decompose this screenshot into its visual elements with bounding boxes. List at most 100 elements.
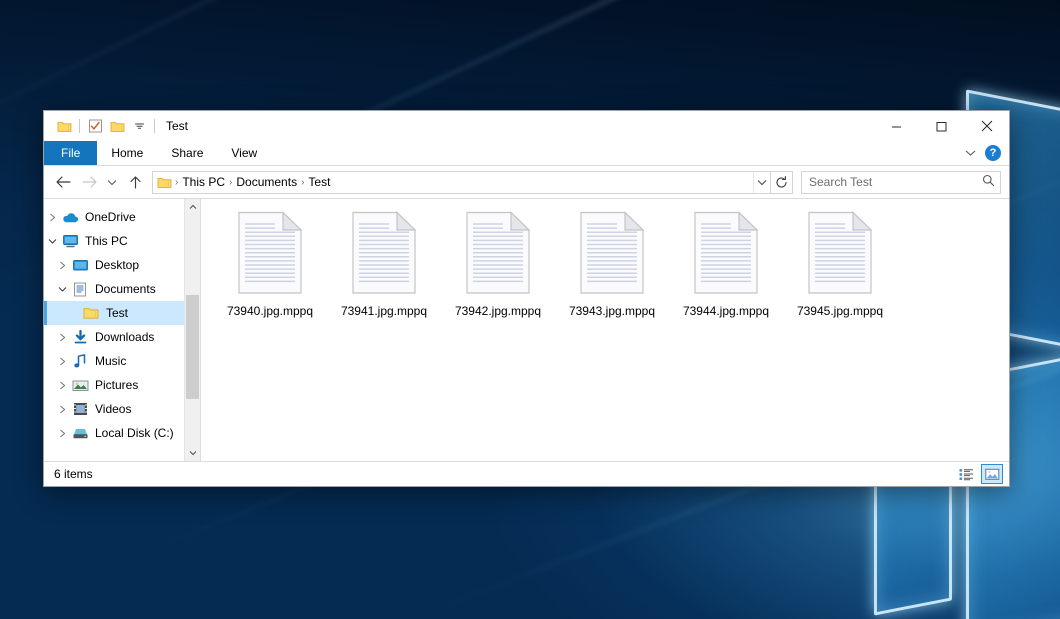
breadcrumb-documents[interactable]: Documents xyxy=(233,175,300,189)
local-disk-icon xyxy=(70,427,90,440)
generic-document-icon xyxy=(237,211,303,295)
tab-share[interactable]: Share xyxy=(157,141,217,165)
desktop: Test File Home Share View xyxy=(0,0,1060,619)
file-name-label: 73943.jpg.mppq xyxy=(569,304,655,318)
file-name-label: 73941.jpg.mppq xyxy=(341,304,427,318)
file-item[interactable]: 73942.jpg.mppq xyxy=(441,209,555,318)
chevron-down-icon[interactable] xyxy=(965,146,976,160)
chevron-right-icon[interactable] xyxy=(54,261,70,270)
onedrive-cloud-icon xyxy=(60,211,80,224)
up-button[interactable] xyxy=(122,170,148,194)
sidebar-item-desktop[interactable]: Desktop xyxy=(44,253,200,277)
sidebar-item-label: Videos xyxy=(90,402,131,416)
tab-file[interactable]: File xyxy=(44,141,97,165)
sidebar-item-local-disk-c[interactable]: Local Disk (C:) xyxy=(44,421,200,445)
file-name-label: 73940.jpg.mppq xyxy=(227,304,313,318)
ribbon-right-controls: ? xyxy=(965,141,1009,165)
recent-locations-button[interactable] xyxy=(102,170,122,194)
sidebar-item-label: OneDrive xyxy=(80,210,136,224)
large-icons-view-button[interactable] xyxy=(981,464,1003,484)
sidebar-item-label: Pictures xyxy=(90,378,138,392)
sidebar-item-pictures[interactable]: Pictures xyxy=(44,373,200,397)
ribbon-tab-bar: File Home Share View ? xyxy=(44,141,1009,166)
generic-document-icon xyxy=(351,211,417,295)
generic-document-icon xyxy=(465,211,531,295)
generic-document-icon xyxy=(693,211,759,295)
folder-tree: OneDrive xyxy=(44,199,200,445)
help-icon[interactable]: ? xyxy=(985,145,1001,161)
navigation-pane: OneDrive xyxy=(44,199,201,461)
sidebar-item-test[interactable]: Test xyxy=(44,301,200,325)
file-item[interactable]: 73940.jpg.mppq xyxy=(213,209,327,318)
toolbar-divider xyxy=(154,119,155,133)
sidebar-item-downloads[interactable]: Downloads xyxy=(44,325,200,349)
address-dropdown-button[interactable] xyxy=(753,172,770,193)
music-icon xyxy=(70,354,90,369)
downloads-icon xyxy=(70,330,90,345)
sidebar-item-music[interactable]: Music xyxy=(44,349,200,373)
sidebar-item-label: Downloads xyxy=(90,330,154,344)
tab-home[interactable]: Home xyxy=(97,141,157,165)
sidebar-item-label: Music xyxy=(90,354,126,368)
scroll-up-arrow-icon[interactable] xyxy=(185,199,200,215)
details-view-button[interactable] xyxy=(955,464,977,484)
chevron-right-icon[interactable] xyxy=(54,333,70,342)
chevron-right-icon[interactable] xyxy=(44,213,60,222)
address-bar: › This PC › Documents › Test Search Test xyxy=(44,166,1009,198)
quick-access-toolbar xyxy=(44,115,159,137)
search-input[interactable]: Search Test xyxy=(801,171,1001,194)
videos-icon xyxy=(70,402,90,416)
chevron-right-icon[interactable] xyxy=(54,357,70,366)
status-bar: 6 items xyxy=(44,461,1009,486)
sidebar-item-label: Local Disk (C:) xyxy=(90,426,174,440)
breadcrumb-test[interactable]: Test xyxy=(305,175,333,189)
address-field[interactable]: › This PC › Documents › Test xyxy=(152,171,771,194)
forward-button[interactable] xyxy=(76,170,102,194)
file-grid: 73940.jpg.mppq 73941.jpg.mppq 73942.jpg.mp… xyxy=(213,209,1009,318)
chevron-down-icon[interactable] xyxy=(54,286,70,293)
sidebar-item-documents[interactable]: Documents xyxy=(44,277,200,301)
file-item[interactable]: 73944.jpg.mppq xyxy=(669,209,783,318)
this-pc-icon xyxy=(60,234,80,248)
file-name-label: 73942.jpg.mppq xyxy=(455,304,541,318)
file-item[interactable]: 73941.jpg.mppq xyxy=(327,209,441,318)
sidebar-scrollbar[interactable] xyxy=(184,199,200,461)
file-name-label: 73945.jpg.mppq xyxy=(797,304,883,318)
maximize-button[interactable] xyxy=(919,111,964,141)
back-button[interactable] xyxy=(50,170,76,194)
scroll-down-arrow-icon[interactable] xyxy=(185,445,200,461)
chevron-down-icon[interactable] xyxy=(128,115,150,137)
search-icon[interactable] xyxy=(982,174,995,190)
folder-icon[interactable] xyxy=(53,115,75,137)
file-item[interactable]: 73943.jpg.mppq xyxy=(555,209,669,318)
search-placeholder: Search Test xyxy=(809,175,982,189)
generic-document-icon xyxy=(807,211,873,295)
chevron-right-icon[interactable] xyxy=(54,429,70,438)
chevron-right-icon[interactable] xyxy=(54,381,70,390)
chevron-down-icon[interactable] xyxy=(44,238,60,245)
generic-document-icon xyxy=(579,211,645,295)
item-count-label: 6 items xyxy=(54,467,93,481)
close-button[interactable] xyxy=(964,111,1009,141)
toolbar-divider xyxy=(79,119,80,133)
breadcrumb-this-pc[interactable]: This PC xyxy=(179,175,228,189)
minimize-button[interactable] xyxy=(874,111,919,141)
chevron-right-icon[interactable] xyxy=(54,405,70,414)
scrollbar-thumb[interactable] xyxy=(186,295,199,399)
properties-icon[interactable] xyxy=(84,115,106,137)
window-body: OneDrive xyxy=(44,198,1009,461)
new-folder-icon[interactable] xyxy=(106,115,128,137)
sidebar-item-label: This PC xyxy=(80,234,128,248)
sidebar-item-onedrive[interactable]: OneDrive xyxy=(44,205,200,229)
sidebar-item-label: Documents xyxy=(90,282,156,296)
file-name-label: 73944.jpg.mppq xyxy=(683,304,769,318)
sidebar-item-videos[interactable]: Videos xyxy=(44,397,200,421)
refresh-button[interactable] xyxy=(771,171,793,194)
tab-view[interactable]: View xyxy=(217,141,271,165)
file-item[interactable]: 73945.jpg.mppq xyxy=(783,209,897,318)
sidebar-item-this-pc[interactable]: This PC xyxy=(44,229,200,253)
sidebar-item-label: Desktop xyxy=(90,258,139,272)
folder-icon xyxy=(81,306,101,320)
documents-icon xyxy=(70,282,90,297)
file-list-pane[interactable]: 73940.jpg.mppq 73941.jpg.mppq 73942.jpg.mp… xyxy=(201,199,1009,461)
